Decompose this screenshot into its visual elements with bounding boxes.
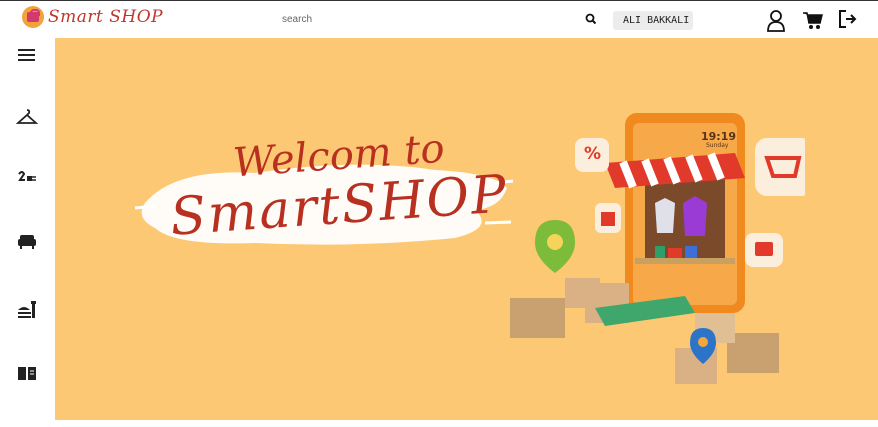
logo[interactable]: Smart SHOP [22,6,163,28]
food-icon[interactable] [16,298,38,320]
sidebar [0,38,55,427]
shopping-bag-icon [22,6,44,28]
hanger-icon[interactable] [16,106,38,128]
top-bar: Smart SHOP search ALI BAKKALI [0,0,878,38]
search-input[interactable]: search [282,14,312,25]
menu-icon[interactable] [16,44,38,66]
logo-text: Smart SHOP [48,7,164,27]
shopping-illustration [510,113,805,384]
logout-icon[interactable] [838,9,858,29]
hero-banner: 19:19 Sunday % Welcom to SmartSHOP [55,38,878,420]
user-name[interactable]: ALI BAKKALI [613,11,693,30]
phone-day: Sunday [706,142,729,149]
cart-icon[interactable] [803,12,823,30]
appliance-icon[interactable] [16,166,38,188]
book-icon[interactable] [16,362,38,384]
search-icon[interactable] [584,12,598,26]
sofa-icon[interactable] [16,230,38,252]
percent-label: % [584,144,602,164]
user-icon[interactable] [765,9,787,33]
